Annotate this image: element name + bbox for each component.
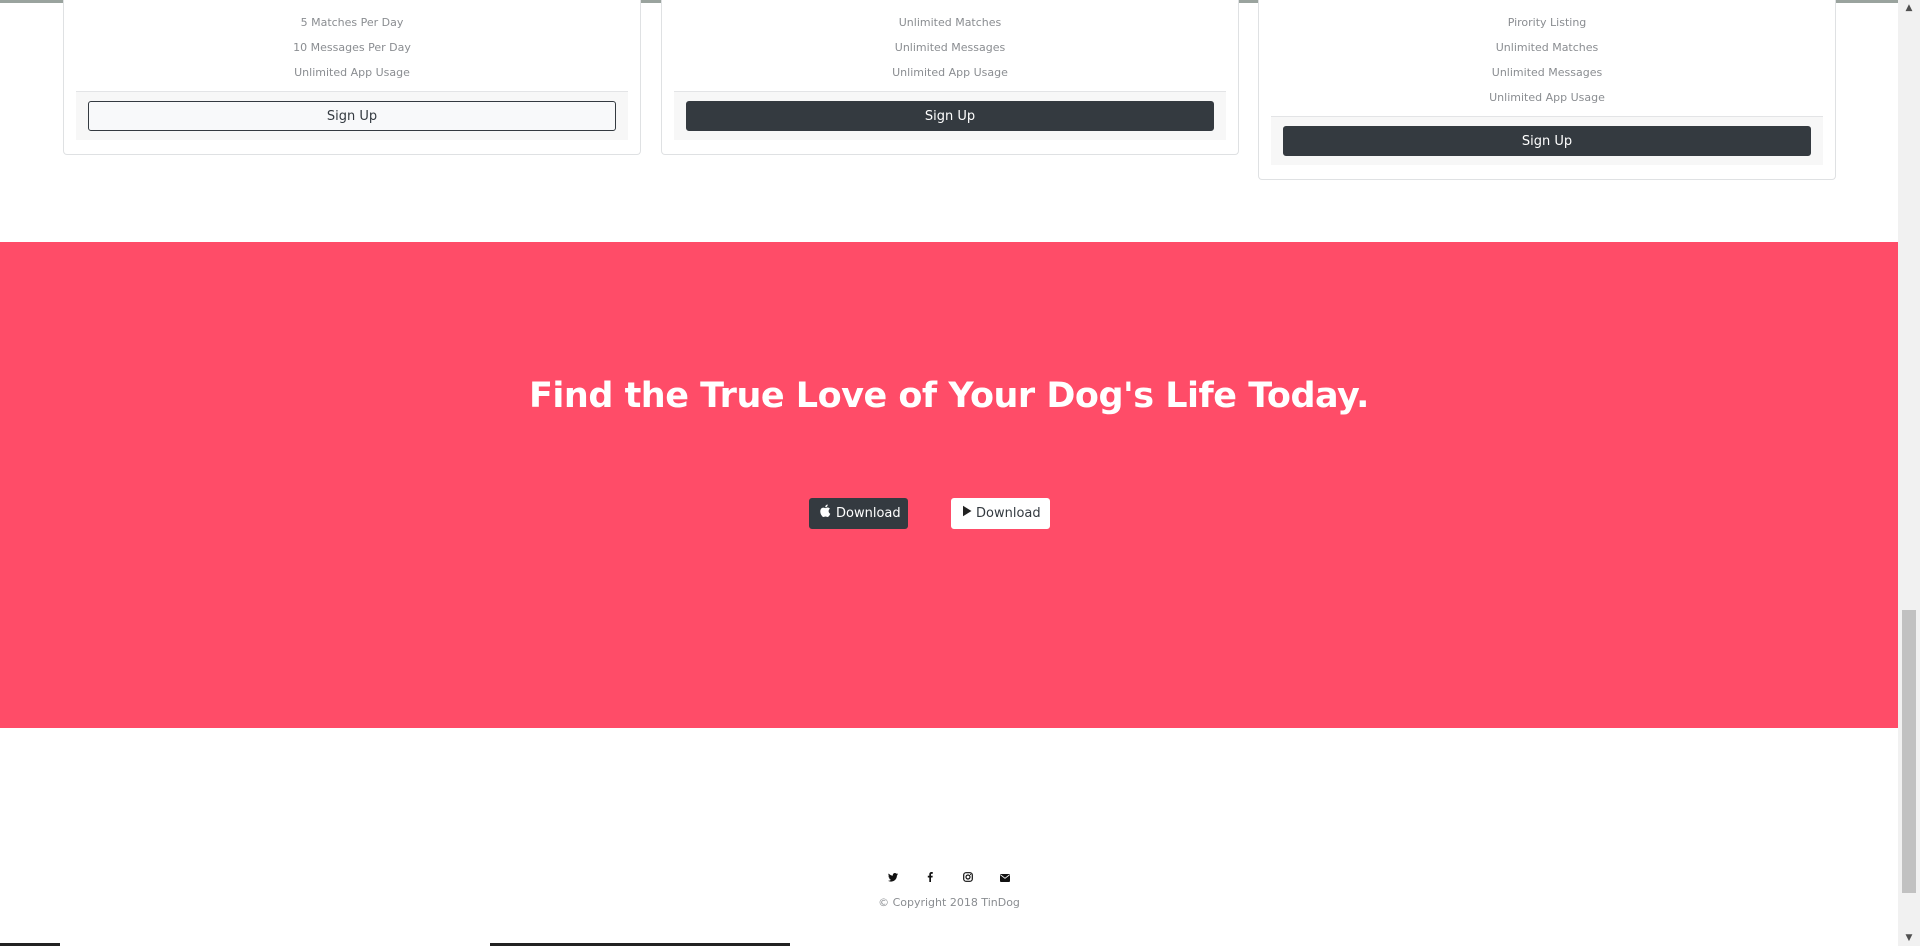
- apple-download-label: Download: [836, 506, 901, 521]
- facebook-icon[interactable]: [923, 872, 937, 885]
- card-footer: Sign Up: [76, 91, 628, 140]
- cta-section: Find the True Love of Your Dog's Life To…: [0, 242, 1898, 728]
- pricing-card-chihuahua: 5 Matches Per Day 10 Messages Per Day Un…: [63, 0, 641, 155]
- sign-up-button[interactable]: Sign Up: [686, 101, 1214, 131]
- twitter-icon[interactable]: [886, 873, 900, 885]
- play-icon: [962, 499, 972, 528]
- google-play-download-button[interactable]: Download: [951, 498, 1050, 529]
- feature-item: Unlimited Messages: [1491, 66, 1603, 79]
- scrollbar-thumb[interactable]: [1902, 610, 1916, 893]
- feature-list: Pirority Listing Unlimited Matches Unlim…: [1259, 10, 1835, 110]
- copyright-text: © Copyright 2018 TinDog: [878, 896, 1020, 909]
- apple-download-button[interactable]: Download: [809, 498, 908, 529]
- vertical-scrollbar[interactable]: ▲ ▼: [1898, 0, 1920, 946]
- instagram-icon[interactable]: [961, 872, 975, 885]
- feature-list: 5 Matches Per Day 10 Messages Per Day Un…: [64, 10, 640, 85]
- feature-item: Unlimited App Usage: [294, 66, 410, 79]
- sign-up-button[interactable]: Sign Up: [1283, 126, 1811, 156]
- scroll-up-arrow-icon[interactable]: ▲: [1898, 0, 1920, 16]
- sign-up-button[interactable]: Sign Up: [88, 101, 616, 131]
- envelope-icon[interactable]: [998, 874, 1012, 885]
- pricing-card-mastiff: Pirority Listing Unlimited Matches Unlim…: [1258, 0, 1836, 180]
- pricing-card-labrador: Unlimited Matches Unlimited Messages Unl…: [661, 0, 1239, 155]
- social-icons: [0, 872, 1898, 885]
- feature-item: Unlimited Matches: [898, 16, 1002, 29]
- card-footer: Sign Up: [1271, 116, 1823, 165]
- feature-item: Unlimited App Usage: [1489, 91, 1605, 104]
- feature-item: Unlimited Matches: [1495, 41, 1599, 54]
- cta-title: Find the True Love of Your Dog's Life To…: [529, 376, 1369, 416]
- google-download-label: Download: [976, 506, 1041, 521]
- feature-item: Pirority Listing: [1507, 16, 1587, 29]
- feature-item: 10 Messages Per Day: [293, 41, 411, 54]
- page: 5 Matches Per Day 10 Messages Per Day Un…: [0, 0, 1898, 946]
- apple-icon: [820, 499, 832, 528]
- scroll-down-arrow-icon[interactable]: ▼: [1898, 930, 1920, 946]
- feature-item: 5 Matches Per Day: [300, 16, 404, 29]
- feature-list: Unlimited Matches Unlimited Messages Unl…: [662, 10, 1238, 85]
- feature-item: Unlimited App Usage: [892, 66, 1008, 79]
- feature-item: Unlimited Messages: [894, 41, 1006, 54]
- card-footer: Sign Up: [674, 91, 1226, 140]
